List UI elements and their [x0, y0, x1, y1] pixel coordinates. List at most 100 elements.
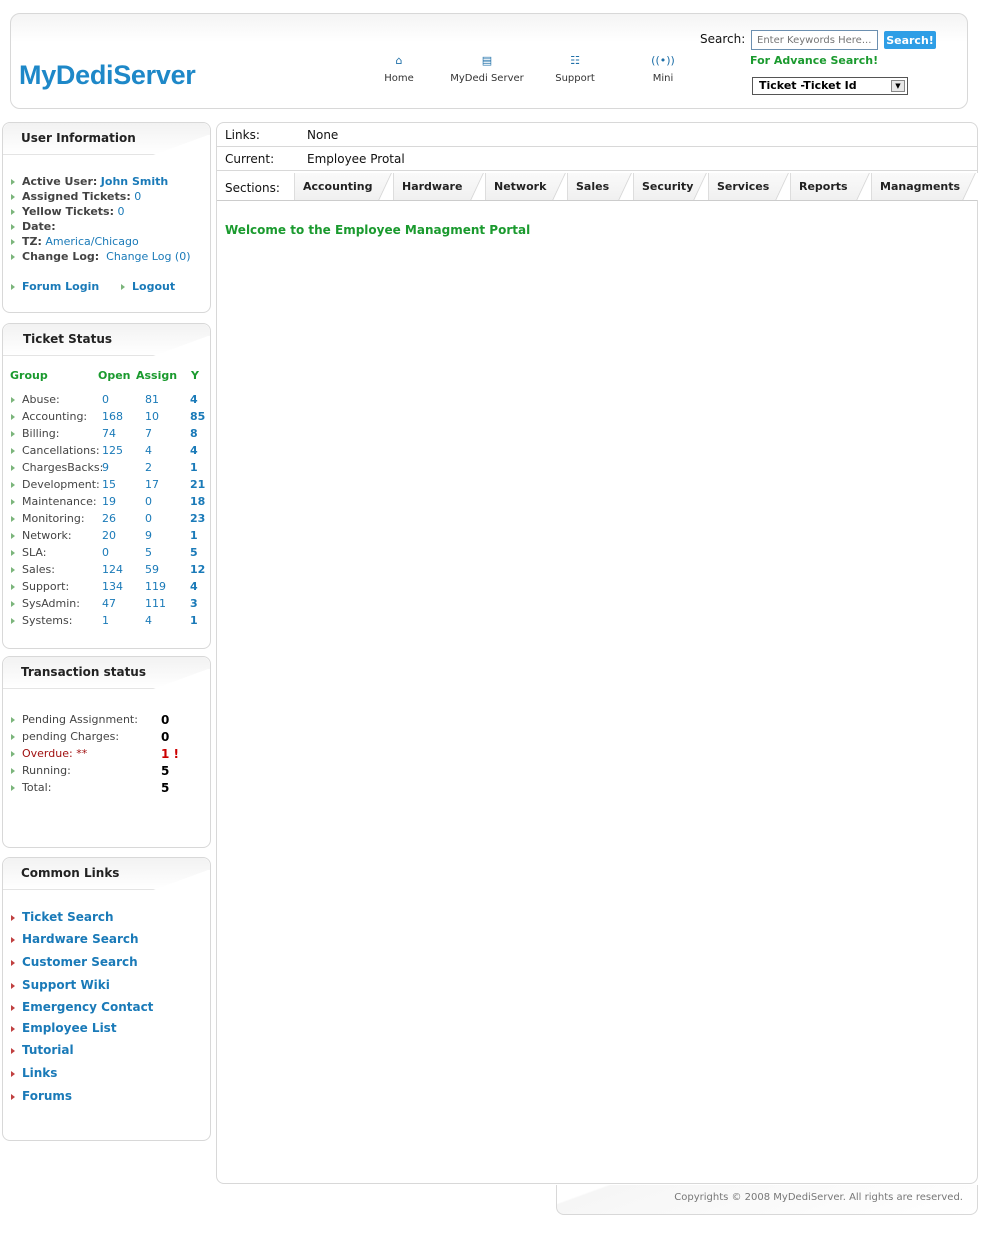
- common-link-employee-list[interactable]: Employee List: [11, 1021, 117, 1035]
- col-y: Y: [191, 369, 199, 382]
- tab-network[interactable]: Network: [485, 173, 568, 200]
- ticket-status-title: Ticket Status: [3, 324, 210, 356]
- transaction-row: Running: 5: [11, 764, 211, 781]
- col-assign: Assign: [136, 369, 178, 382]
- ticket-open-cell[interactable]: 125: [102, 444, 123, 457]
- transaction-value: 5: [161, 781, 170, 795]
- ticket-assign-cell[interactable]: 0: [145, 512, 152, 525]
- ticket-y-cell[interactable]: 18: [190, 495, 205, 508]
- common-link-ticket-search[interactable]: Ticket Search: [11, 910, 114, 924]
- tab-accounting[interactable]: Accounting: [294, 173, 394, 200]
- ticket-open-cell[interactable]: 1: [102, 614, 109, 627]
- bullet-icon: [11, 618, 15, 624]
- ticket-open-cell[interactable]: 124: [102, 563, 123, 576]
- common-link-customer-search[interactable]: Customer Search: [11, 955, 138, 969]
- ticket-group-cell: SLA:: [22, 546, 47, 559]
- common-link-forums[interactable]: Forums: [11, 1089, 72, 1103]
- ticket-y-cell[interactable]: 8: [190, 427, 198, 440]
- ticket-assign-cell[interactable]: 119: [145, 580, 166, 593]
- tab-security[interactable]: Security: [633, 173, 709, 200]
- header: MyDediServer ⌂ Home ▤ MyDedi Server ☷ Su…: [10, 13, 968, 109]
- ticket-y-cell[interactable]: 4: [190, 580, 198, 593]
- ticket-y-cell[interactable]: 5: [190, 546, 198, 559]
- ticket-y-cell[interactable]: 12: [190, 563, 205, 576]
- ticket-group-cell: Billing:: [22, 427, 60, 440]
- ticket-open-cell[interactable]: 168: [102, 410, 123, 423]
- tab-sales[interactable]: Sales: [567, 173, 634, 200]
- common-link-emergency-contact[interactable]: Emergency Contact: [11, 1000, 153, 1014]
- ticket-open-cell[interactable]: 15: [102, 478, 116, 491]
- ticket-open-cell[interactable]: 74: [102, 427, 116, 440]
- ticket-open-cell[interactable]: 9: [102, 461, 109, 474]
- common-link-label: Customer Search: [22, 955, 138, 969]
- ticket-open-cell[interactable]: 20: [102, 529, 116, 542]
- tab-services[interactable]: Services: [708, 173, 791, 200]
- search-input[interactable]: [751, 30, 878, 50]
- tab-hardware[interactable]: Hardware: [393, 173, 486, 200]
- ticket-assign-cell[interactable]: 17: [145, 478, 159, 491]
- nav-support[interactable]: ☷ Support: [537, 54, 613, 84]
- ticket-assign-cell[interactable]: 81: [145, 393, 159, 406]
- ticket-y-cell[interactable]: 4: [190, 444, 198, 457]
- ticket-y-cell[interactable]: 85: [190, 410, 205, 423]
- active-user-link[interactable]: John Smith: [101, 175, 168, 188]
- change-log-row: Change Log: Change Log (0): [11, 250, 191, 263]
- common-link-hardware-search[interactable]: Hardware Search: [11, 932, 139, 946]
- bullet-icon: [11, 516, 15, 522]
- ticket-group-cell: Maintenance:: [22, 495, 97, 508]
- ticket-y-cell[interactable]: 21: [190, 478, 205, 491]
- tab-managments[interactable]: Managments: [871, 173, 978, 200]
- forum-login-link[interactable]: Forum Login: [11, 280, 99, 293]
- ticket-assign-cell[interactable]: 9: [145, 529, 152, 542]
- ticket-assign-cell[interactable]: 59: [145, 563, 159, 576]
- user-information-title: User Information: [3, 123, 210, 155]
- ticket-y-cell[interactable]: 1: [190, 529, 198, 542]
- common-link-label: Hardware Search: [22, 932, 139, 946]
- chevron-down-icon[interactable]: ▼: [891, 80, 905, 92]
- table-row: Accounting: 168 10 85: [11, 410, 211, 427]
- ticket-assign-cell[interactable]: 5: [145, 546, 152, 559]
- bullet-icon: [11, 1047, 15, 1054]
- ticket-type-select[interactable]: Ticket -Ticket Id ▼: [752, 77, 908, 95]
- bullet-icon: [11, 768, 15, 774]
- nav-mydedi-server[interactable]: ▤ MyDedi Server: [449, 54, 525, 84]
- ticket-y-cell[interactable]: 23: [190, 512, 205, 525]
- common-link-label: Links: [22, 1066, 58, 1080]
- tab-reports[interactable]: Reports: [790, 173, 872, 200]
- table-row: Development: 15 17 21: [11, 478, 211, 495]
- bullet-icon: [11, 499, 15, 505]
- common-link-tutorial[interactable]: Tutorial: [11, 1043, 74, 1057]
- logout-link[interactable]: Logout: [121, 280, 175, 293]
- ticket-open-cell[interactable]: 134: [102, 580, 123, 593]
- ticket-open-cell[interactable]: 26: [102, 512, 116, 525]
- ticket-group-cell: SysAdmin:: [22, 597, 80, 610]
- mini-icon: ((•)): [651, 54, 675, 67]
- search-button[interactable]: Search!: [884, 31, 936, 49]
- ticket-assign-cell[interactable]: 7: [145, 427, 152, 440]
- common-link-links[interactable]: Links: [11, 1066, 57, 1080]
- ticket-open-cell[interactable]: 19: [102, 495, 116, 508]
- ticket-y-cell[interactable]: 3: [190, 597, 198, 610]
- bullet-icon: [11, 1004, 15, 1011]
- bullet-icon: [11, 254, 15, 260]
- nav-mini[interactable]: ((•)) Mini: [625, 54, 701, 84]
- advance-search-link[interactable]: For Advance Search!: [750, 54, 878, 67]
- ticket-assign-cell[interactable]: 2: [145, 461, 152, 474]
- ticket-y-cell[interactable]: 1: [190, 614, 198, 627]
- ticket-assign-cell[interactable]: 10: [145, 410, 159, 423]
- logo[interactable]: MyDediServer: [19, 60, 196, 91]
- nav-home[interactable]: ⌂ Home: [361, 54, 437, 84]
- ticket-open-cell[interactable]: 0: [102, 393, 109, 406]
- table-row: Abuse: 0 81 4: [11, 393, 211, 410]
- bullet-icon: [11, 734, 15, 740]
- change-log-link[interactable]: Change Log (0): [106, 250, 190, 263]
- ticket-open-cell[interactable]: 0: [102, 546, 109, 559]
- ticket-assign-cell[interactable]: 4: [145, 614, 152, 627]
- ticket-y-cell[interactable]: 1: [190, 461, 198, 474]
- ticket-assign-cell[interactable]: 0: [145, 495, 152, 508]
- ticket-assign-cell[interactable]: 111: [145, 597, 166, 610]
- ticket-assign-cell[interactable]: 4: [145, 444, 152, 457]
- ticket-open-cell[interactable]: 47: [102, 597, 116, 610]
- ticket-y-cell[interactable]: 4: [190, 393, 198, 406]
- common-link-support-wiki[interactable]: Support Wiki: [11, 978, 110, 992]
